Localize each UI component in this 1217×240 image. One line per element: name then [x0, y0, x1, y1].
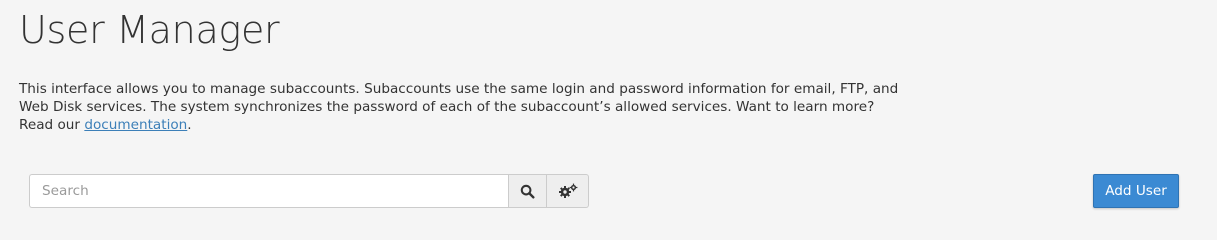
user-manager-page: User Manager This interface allows you t… — [0, 0, 1217, 228]
search-button[interactable] — [508, 174, 547, 208]
search-icon — [520, 184, 535, 199]
page-title: User Manager — [19, 8, 280, 52]
search-input[interactable] — [29, 174, 508, 208]
add-user-button[interactable]: Add User — [1093, 174, 1179, 208]
documentation-link[interactable]: documentation — [84, 117, 187, 133]
intro-text-end: . — [187, 117, 192, 133]
search-group — [29, 174, 589, 208]
intro-description: This interface allows you to manage suba… — [19, 80, 899, 134]
search-settings-button[interactable] — [547, 174, 589, 208]
gears-icon — [558, 183, 578, 199]
